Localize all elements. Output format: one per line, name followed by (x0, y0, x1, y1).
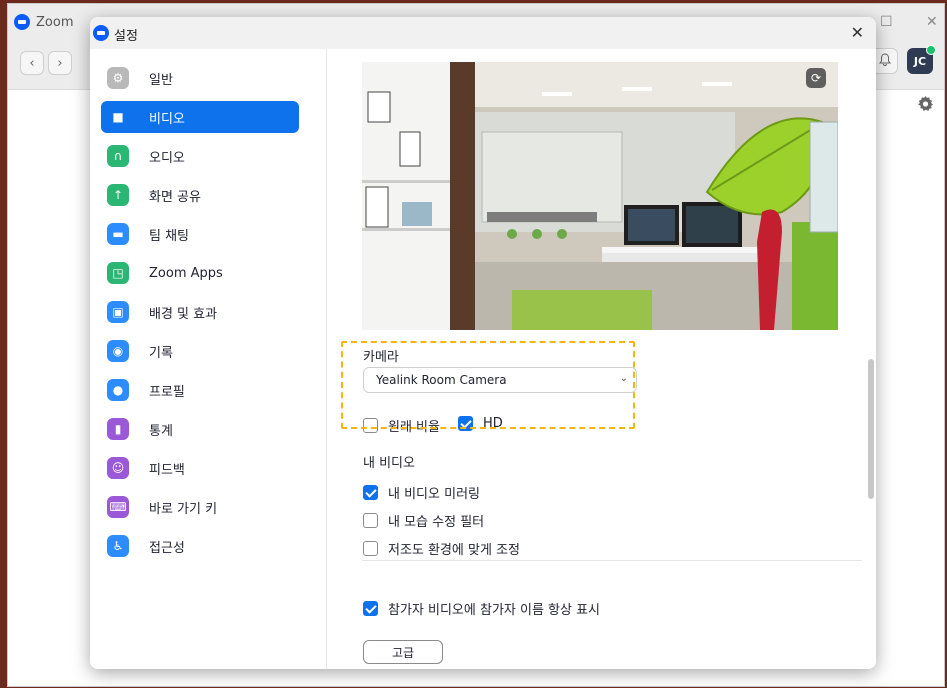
sidebar-item-label: 화면 공유 (149, 189, 201, 205)
profile-icon: ● (107, 379, 129, 401)
online-status-icon (926, 45, 936, 55)
keyboard-icon: ⌨ (107, 496, 129, 518)
share-screen-icon: ↑ (107, 184, 129, 206)
sidebar-item-label: 비디오 (149, 111, 185, 127)
sidebar-item-label: Zoom Apps (149, 265, 223, 281)
sidebar-item-13[interactable]: ♿ 접근성 (101, 530, 299, 562)
sidebar-item-7[interactable]: ▣ 배경 및 효과 (101, 296, 299, 328)
zoom-logo-icon (93, 25, 109, 41)
bell-icon (879, 53, 891, 69)
sidebar-item-12[interactable]: ⌨ 바로 가기 키 (101, 491, 299, 523)
maximize-icon[interactable]: ☐ (880, 14, 893, 30)
avatar[interactable]: JC (907, 45, 936, 74)
touchup-checkbox[interactable] (363, 513, 378, 528)
show-names-label: 참가자 비디오에 참가자 이름 항상 표시 (388, 603, 601, 618)
my-video-section-label: 내 비디오 (363, 456, 415, 471)
sidebar-item-label: 통계 (149, 423, 173, 439)
sidebar-item-label: 피드백 (149, 462, 185, 478)
sidebar-item-label: 오디오 (149, 150, 185, 166)
rotate-icon: ⟳ (810, 71, 822, 85)
show-names-checkbox[interactable] (363, 601, 378, 616)
sidebar-item-1[interactable]: ⚙ 일반 (101, 62, 299, 94)
sidebar-item-10[interactable]: ▮ 통계 (101, 413, 299, 445)
settings-dialog: 설정 ✕ ⚙ 일반 ■ 비디오 ∩ 오디오 ↑ 화면 공유 ▬ 팀 채팅 ◳ Zoom Apps ▣ 배경… (90, 17, 876, 669)
advanced-button[interactable]: 고급 (363, 640, 443, 664)
video-settings-panel: ⟳ 카메라 Yealink Room Camera ⌄ 원래 비율 HD 내 비… (327, 49, 876, 669)
feedback-icon: ☺ (107, 457, 129, 479)
original-ratio-option[interactable]: 원래 비율 (363, 416, 440, 435)
sidebar-item-9[interactable]: ● 프로필 (101, 374, 299, 406)
lowlight-option[interactable]: 저조도 환경에 맞게 조정 (363, 539, 520, 558)
camera-preview: ⟳ (362, 62, 838, 330)
show-names-option[interactable]: 참가자 비디오에 참가자 이름 항상 표시 (363, 599, 600, 618)
sidebar-item-2[interactable]: ■ 비디오 (101, 101, 299, 133)
sidebar-item-label: 배경 및 효과 (149, 306, 218, 322)
dialog-close-button[interactable]: ✕ (851, 23, 864, 42)
main-app-title: Zoom (36, 15, 74, 30)
chat-bubble-icon: ▬ (107, 223, 129, 245)
sidebar-item-label: 접근성 (149, 540, 185, 556)
main-settings-gear-icon[interactable] (918, 96, 934, 112)
original-ratio-checkbox[interactable] (363, 418, 378, 433)
hd-label: HD (483, 416, 503, 431)
rotate-camera-button[interactable]: ⟳ (806, 68, 826, 88)
sidebar-item-label: 프로필 (149, 384, 185, 400)
camera-section-label: 카메라 (363, 350, 399, 365)
back-button[interactable]: ‹ (20, 51, 44, 75)
sidebar-item-11[interactable]: ☺ 피드백 (101, 452, 299, 484)
sidebar-item-label: 팀 채팅 (149, 228, 190, 244)
sidebar-item-3[interactable]: ∩ 오디오 (101, 140, 299, 172)
scrollbar-thumb[interactable] (868, 359, 874, 499)
camera-select-value: Yealink Room Camera (376, 373, 507, 387)
lowlight-label: 저조도 환경에 맞게 조정 (388, 543, 520, 558)
dialog-title: 설정 (114, 29, 138, 44)
dialog-titlebar: 설정 ✕ (90, 17, 876, 49)
close-icon[interactable]: ✕ (926, 14, 938, 30)
accessibility-icon: ♿ (107, 535, 129, 557)
lowlight-checkbox[interactable] (363, 541, 378, 556)
video-camera-icon: ■ (112, 110, 124, 124)
sidebar-item-label: 기록 (149, 345, 173, 361)
record-icon: ◉ (107, 340, 129, 362)
settings-sidebar: ⚙ 일반 ■ 비디오 ∩ 오디오 ↑ 화면 공유 ▬ 팀 채팅 ◳ Zoom Apps ▣ 배경 및 효과… (90, 49, 327, 669)
touchup-option[interactable]: 내 모습 수정 필터 (363, 511, 484, 530)
sidebar-item-label: 바로 가기 키 (149, 501, 218, 517)
camera-preview-image (362, 62, 838, 330)
sidebar-item-6[interactable]: ◳ Zoom Apps (101, 257, 299, 289)
chevron-left-icon: ‹ (29, 55, 35, 71)
camera-select[interactable]: Yealink Room Camera ⌄ (363, 367, 637, 393)
gear-icon: ⚙ (107, 67, 129, 89)
chevron-down-icon: ⌄ (619, 373, 628, 384)
apps-icon: ◳ (107, 262, 129, 284)
background-icon: ▣ (107, 301, 129, 323)
advanced-button-label: 고급 (391, 645, 415, 660)
hd-checkbox[interactable] (458, 416, 473, 431)
sidebar-item-4[interactable]: ↑ 화면 공유 (101, 179, 299, 211)
section-divider (362, 560, 862, 561)
forward-button[interactable]: › (48, 51, 72, 75)
mirror-label: 내 비디오 미러링 (388, 487, 480, 502)
headphones-icon: ∩ (107, 145, 129, 167)
sidebar-item-5[interactable]: ▬ 팀 채팅 (101, 218, 299, 250)
zoom-logo-icon (14, 14, 30, 30)
hd-option[interactable]: HD (458, 416, 503, 431)
sidebar-item-8[interactable]: ◉ 기록 (101, 335, 299, 367)
mirror-checkbox[interactable] (363, 485, 378, 500)
touchup-label: 내 모습 수정 필터 (388, 515, 485, 530)
original-ratio-label: 원래 비율 (388, 420, 440, 435)
mirror-option[interactable]: 내 비디오 미러링 (363, 483, 480, 502)
chevron-right-icon: › (57, 55, 63, 71)
avatar-initials: JC (913, 54, 927, 68)
sidebar-item-label: 일반 (149, 72, 173, 88)
statistics-icon: ▮ (107, 418, 129, 440)
